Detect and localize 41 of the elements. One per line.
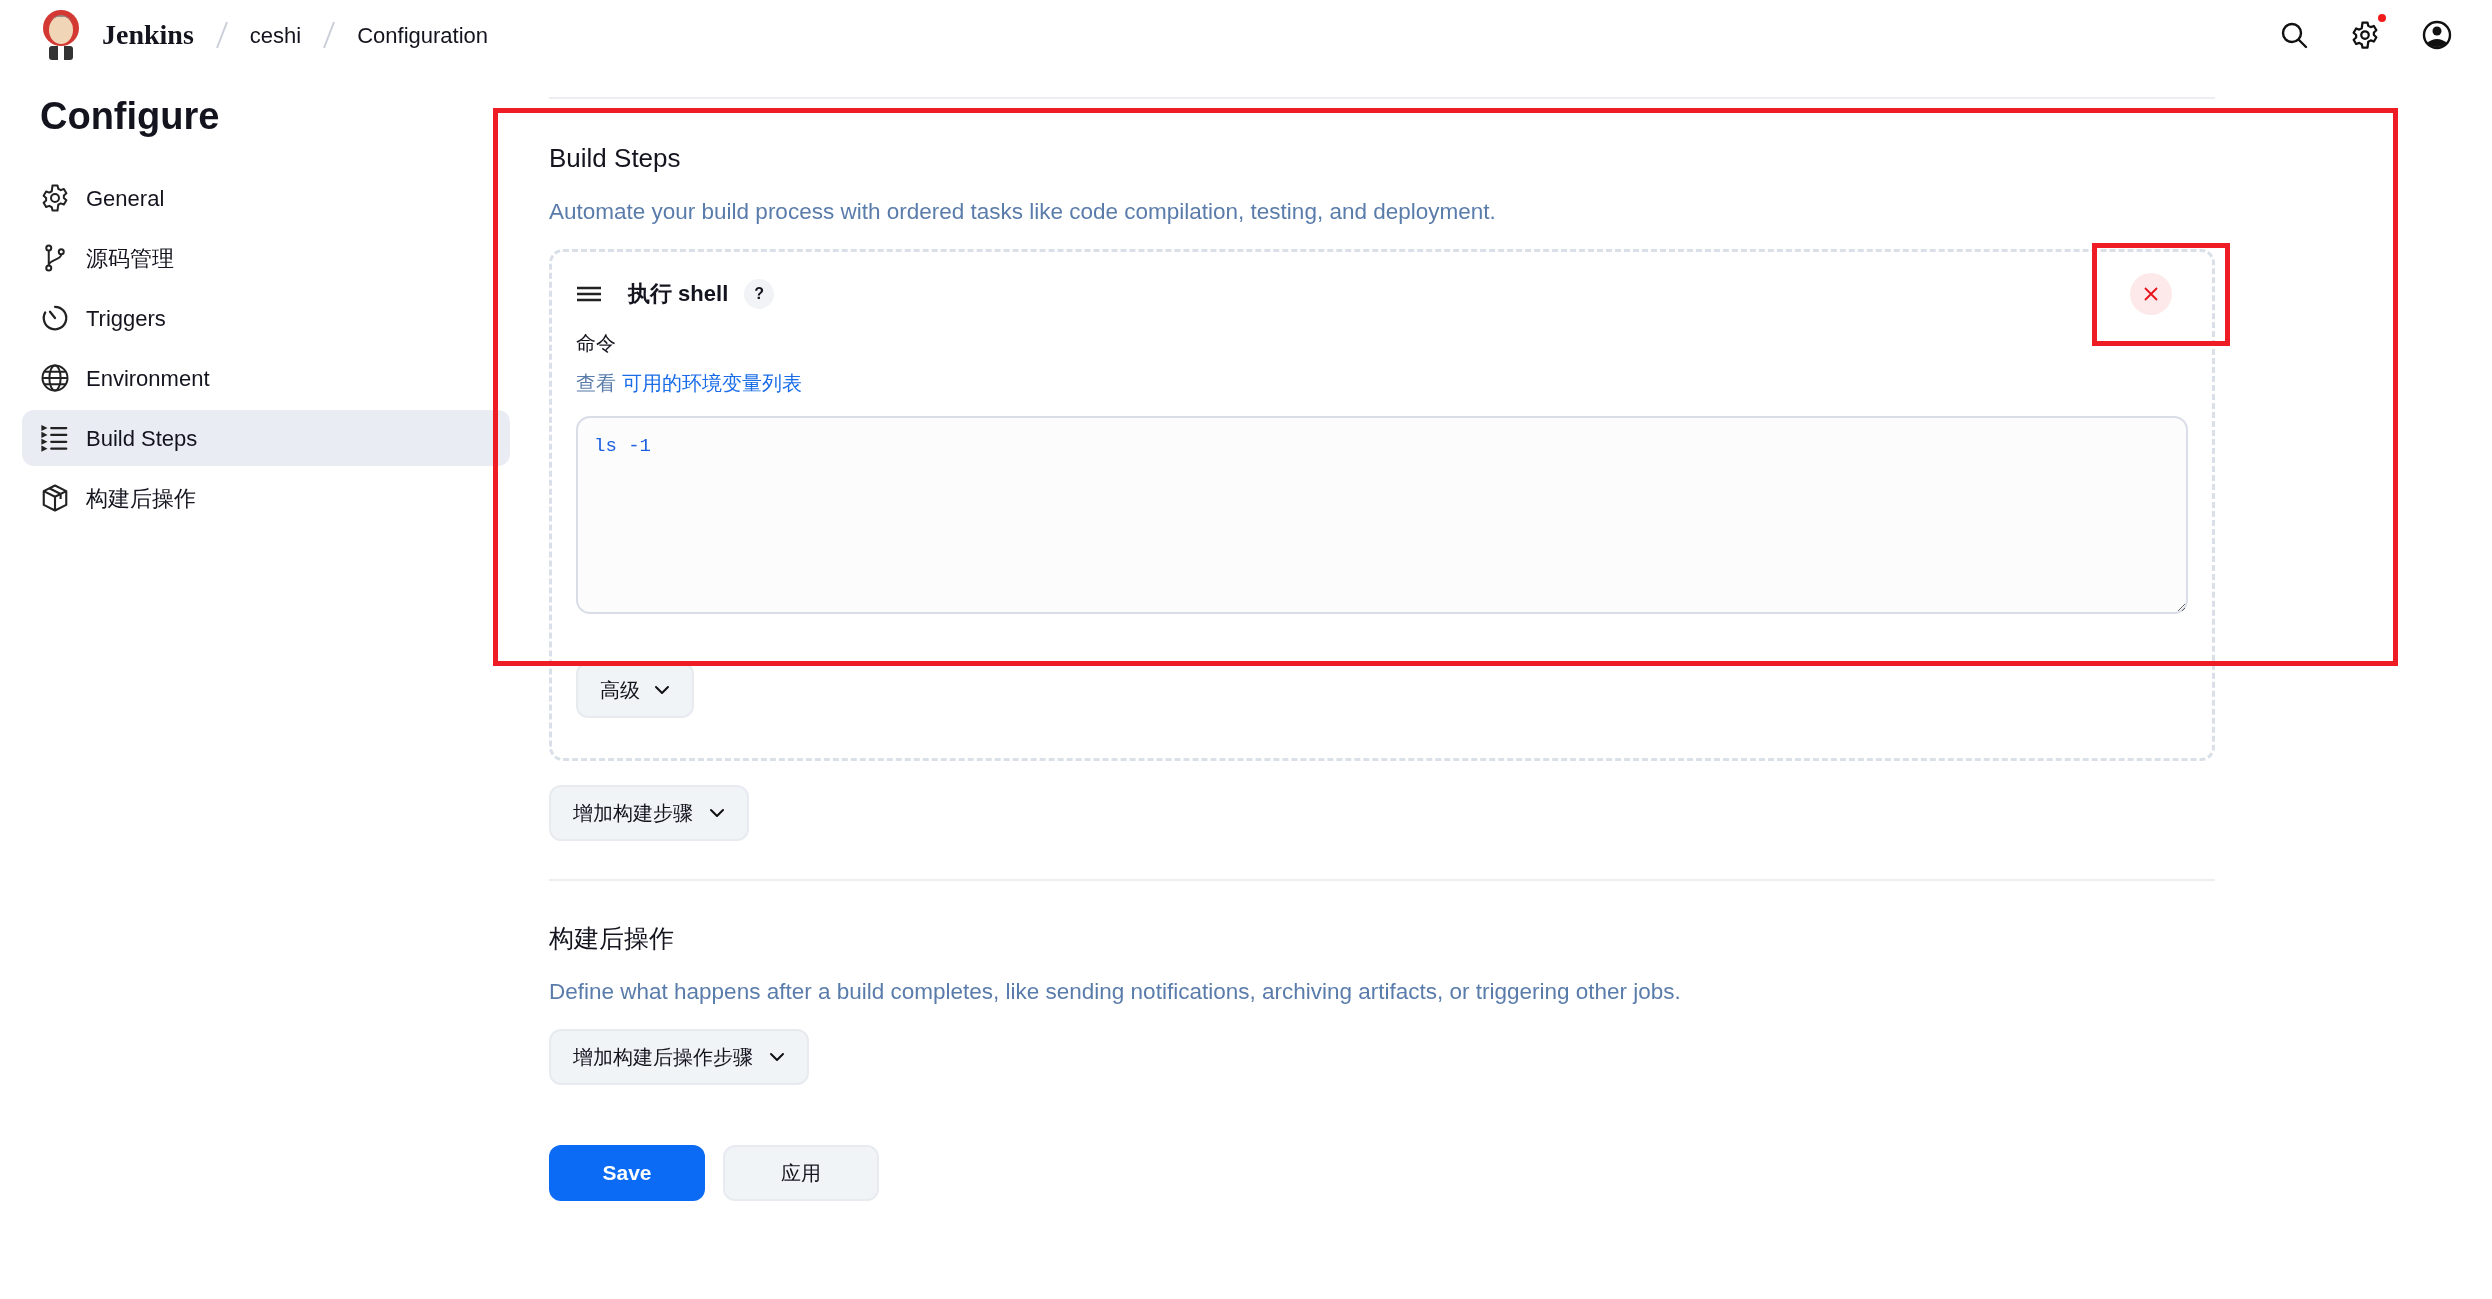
add-post-build-button[interactable]: 增加构建后操作步骤 xyxy=(549,1028,809,1085)
help-button[interactable]: ? xyxy=(744,278,775,309)
section-title: Build Steps xyxy=(549,142,682,175)
save-button[interactable]: Save xyxy=(549,1144,705,1201)
settings-icon[interactable] xyxy=(2350,20,2380,50)
chevron-down-icon xyxy=(769,1051,785,1062)
breadcrumb-separator xyxy=(323,20,336,50)
sidebar-item[interactable]: Environment xyxy=(22,350,510,406)
settings-icon xyxy=(40,183,70,213)
delete-button[interactable] xyxy=(2130,272,2172,315)
list-icon xyxy=(40,423,70,453)
section-description: Automate your build process with ordered tasks like code compilation, testing, and deployment. xyxy=(549,198,1497,226)
package-icon xyxy=(40,483,70,513)
drag-handle-icon[interactable] xyxy=(576,285,602,302)
sidebar-item[interactable]: 源码管理 xyxy=(22,230,510,286)
close-icon xyxy=(2144,286,2158,301)
breadcrumb-separator xyxy=(215,20,228,50)
section-description: Define what happens after a build completes, like sending notifications, archiving artifacts, or triggering other jobs. xyxy=(549,977,1682,1006)
command-field[interactable]: ls -1 xyxy=(576,415,2188,614)
sidebar-item[interactable]: Triggers xyxy=(22,290,510,346)
globe-icon xyxy=(40,363,70,393)
section-title: 构建后操作 xyxy=(549,922,675,954)
search-icon[interactable] xyxy=(2280,21,2308,49)
apply-button[interactable]: 应用 xyxy=(723,1144,879,1201)
account-icon[interactable] xyxy=(2422,20,2452,50)
field-label: 命令 xyxy=(576,330,617,356)
chevron-down-icon xyxy=(654,684,670,695)
add-build-step-button[interactable]: 增加构建步骤 xyxy=(549,784,749,841)
sidebar-item[interactable]: General xyxy=(22,170,510,226)
sidebar-item[interactable]: 构建后操作 xyxy=(22,470,510,526)
chevron-down-icon xyxy=(709,807,725,818)
page-title: Configure xyxy=(39,94,221,139)
breadcrumb-link[interactable]: ceshi xyxy=(249,18,302,52)
timer-icon xyxy=(40,303,70,333)
env-vars-link[interactable]: 可用的环境变量列表 xyxy=(622,367,802,398)
butler-logo-icon xyxy=(40,8,82,62)
step-title: 执行 shell xyxy=(628,280,729,309)
app-name[interactable]: Jenkins xyxy=(102,14,194,56)
hint-text: 查看 xyxy=(576,370,616,396)
breadcrumb-link[interactable]: Configuration xyxy=(357,18,489,52)
sidebar-item[interactable]: Build Steps xyxy=(22,410,510,466)
